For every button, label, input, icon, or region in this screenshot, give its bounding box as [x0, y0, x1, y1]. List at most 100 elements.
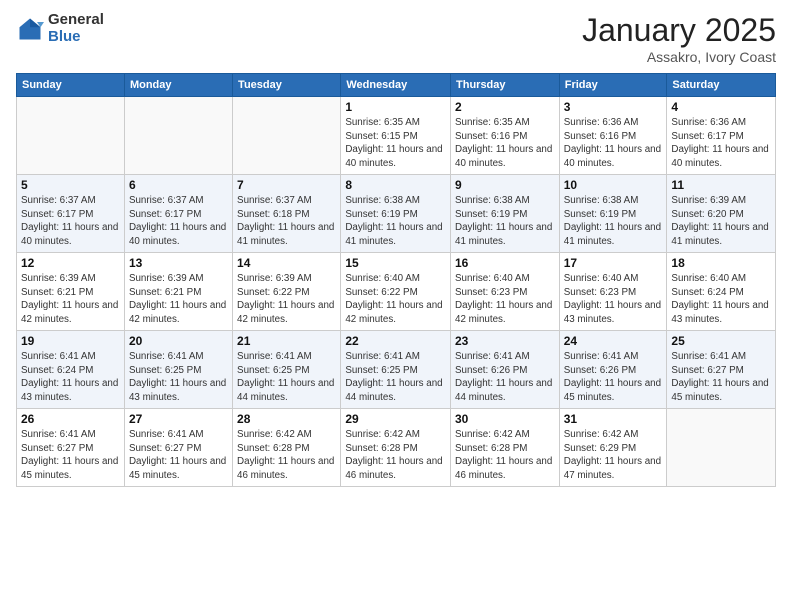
logo-text: General Blue — [48, 12, 104, 45]
calendar-week-row: 12 Sunrise: 6:39 AM Sunset: 6:21 PM Dayli… — [17, 253, 776, 331]
day-number: 17 — [564, 256, 663, 270]
calendar-cell: 22 Sunrise: 6:41 AM Sunset: 6:25 PM Dayli… — [341, 331, 451, 409]
calendar-cell: 31 Sunrise: 6:42 AM Sunset: 6:29 PM Dayli… — [559, 409, 667, 487]
calendar-cell: 2 Sunrise: 6:35 AM Sunset: 6:16 PM Daylig… — [451, 97, 560, 175]
calendar-cell: 15 Sunrise: 6:40 AM Sunset: 6:22 PM Dayli… — [341, 253, 451, 331]
day-info: Sunrise: 6:40 AM Sunset: 6:23 PM Dayligh… — [455, 272, 555, 327]
calendar-header-row: Sunday Monday Tuesday Wednesday Thursday… — [17, 74, 776, 97]
calendar-cell: 16 Sunrise: 6:40 AM Sunset: 6:23 PM Dayli… — [451, 253, 560, 331]
day-info: Sunrise: 6:42 AM Sunset: 6:28 PM Dayligh… — [237, 428, 336, 483]
calendar-cell: 24 Sunrise: 6:41 AM Sunset: 6:26 PM Dayli… — [559, 331, 667, 409]
day-info: Sunrise: 6:35 AM Sunset: 6:16 PM Dayligh… — [455, 116, 555, 171]
day-info: Sunrise: 6:37 AM Sunset: 6:18 PM Dayligh… — [237, 194, 336, 249]
day-info: Sunrise: 6:37 AM Sunset: 6:17 PM Dayligh… — [21, 194, 120, 249]
day-info: Sunrise: 6:39 AM Sunset: 6:22 PM Dayligh… — [237, 272, 336, 327]
calendar-cell: 5 Sunrise: 6:37 AM Sunset: 6:17 PM Daylig… — [17, 175, 125, 253]
day-number: 29 — [345, 412, 446, 426]
day-number: 4 — [671, 100, 771, 114]
day-info: Sunrise: 6:41 AM Sunset: 6:27 PM Dayligh… — [21, 428, 120, 483]
header: General Blue January 2025 Assakro, Ivory… — [16, 12, 776, 65]
logo: General Blue — [16, 12, 104, 45]
calendar-cell: 23Sunrise: 6:41 AM Sunset: 6:26 PM Dayli… — [451, 331, 560, 409]
calendar-week-row: 19 Sunrise: 6:41 AM Sunset: 6:24 PM Dayli… — [17, 331, 776, 409]
calendar-cell: 29Sunrise: 6:42 AM Sunset: 6:28 PM Dayli… — [341, 409, 451, 487]
day-number: 26 — [21, 412, 120, 426]
calendar-cell: 20Sunrise: 6:41 AM Sunset: 6:25 PM Dayli… — [124, 331, 232, 409]
col-thursday: Thursday — [451, 74, 560, 97]
day-info: Sunrise: 6:38 AM Sunset: 6:19 PM Dayligh… — [455, 194, 555, 249]
day-number: 25 — [671, 334, 771, 348]
calendar-cell: 13Sunrise: 6:39 AM Sunset: 6:21 PM Dayli… — [124, 253, 232, 331]
title-block: January 2025 Assakro, Ivory Coast — [582, 12, 776, 65]
calendar-cell — [233, 97, 341, 175]
calendar-cell: 3 Sunrise: 6:36 AM Sunset: 6:16 PM Daylig… — [559, 97, 667, 175]
calendar-cell: 11Sunrise: 6:39 AM Sunset: 6:20 PM Dayli… — [667, 175, 776, 253]
page: General Blue January 2025 Assakro, Ivory… — [0, 0, 792, 612]
calendar-cell: 17 Sunrise: 6:40 AM Sunset: 6:23 PM Dayli… — [559, 253, 667, 331]
day-number: 1 — [345, 100, 446, 114]
calendar-cell: 30 Sunrise: 6:42 AM Sunset: 6:28 PM Dayli… — [451, 409, 560, 487]
calendar-cell: 10 Sunrise: 6:38 AM Sunset: 6:19 PM Dayli… — [559, 175, 667, 253]
logo-general-text: General — [48, 12, 104, 29]
day-number: 19 — [21, 334, 120, 348]
calendar-table: Sunday Monday Tuesday Wednesday Thursday… — [16, 73, 776, 487]
day-info: Sunrise: 6:39 AM Sunset: 6:21 PM Dayligh… — [129, 272, 228, 327]
day-number: 16 — [455, 256, 555, 270]
day-info: Sunrise: 6:41 AM Sunset: 6:26 PM Dayligh… — [455, 350, 555, 405]
day-number: 24 — [564, 334, 663, 348]
day-number: 5 — [21, 178, 120, 192]
day-number: 21 — [237, 334, 336, 348]
day-info: Sunrise: 6:40 AM Sunset: 6:24 PM Dayligh… — [671, 272, 771, 327]
day-info: Sunrise: 6:41 AM Sunset: 6:27 PM Dayligh… — [671, 350, 771, 405]
day-number: 7 — [237, 178, 336, 192]
calendar-cell — [667, 409, 776, 487]
location: Assakro, Ivory Coast — [582, 49, 776, 65]
day-info: Sunrise: 6:36 AM Sunset: 6:17 PM Dayligh… — [671, 116, 771, 171]
day-info: Sunrise: 6:41 AM Sunset: 6:26 PM Dayligh… — [564, 350, 663, 405]
day-info: Sunrise: 6:38 AM Sunset: 6:19 PM Dayligh… — [564, 194, 663, 249]
calendar-cell — [17, 97, 125, 175]
day-info: Sunrise: 6:42 AM Sunset: 6:28 PM Dayligh… — [455, 428, 555, 483]
day-number: 31 — [564, 412, 663, 426]
month-title: January 2025 — [582, 12, 776, 49]
day-number: 27 — [129, 412, 228, 426]
calendar-cell: 18 Sunrise: 6:40 AM Sunset: 6:24 PM Dayli… — [667, 253, 776, 331]
calendar-week-row: 5 Sunrise: 6:37 AM Sunset: 6:17 PM Daylig… — [17, 175, 776, 253]
day-info: Sunrise: 6:41 AM Sunset: 6:24 PM Dayligh… — [21, 350, 120, 405]
day-number: 10 — [564, 178, 663, 192]
day-info: Sunrise: 6:41 AM Sunset: 6:25 PM Dayligh… — [237, 350, 336, 405]
day-number: 2 — [455, 100, 555, 114]
day-info: Sunrise: 6:40 AM Sunset: 6:23 PM Dayligh… — [564, 272, 663, 327]
day-number: 22 — [345, 334, 446, 348]
day-number: 18 — [671, 256, 771, 270]
col-tuesday: Tuesday — [233, 74, 341, 97]
day-info: Sunrise: 6:41 AM Sunset: 6:25 PM Dayligh… — [129, 350, 228, 405]
col-monday: Monday — [124, 74, 232, 97]
calendar-cell: 12 Sunrise: 6:39 AM Sunset: 6:21 PM Dayli… — [17, 253, 125, 331]
logo-icon — [16, 15, 44, 43]
day-info: Sunrise: 6:41 AM Sunset: 6:25 PM Dayligh… — [345, 350, 446, 405]
calendar-cell: 26 Sunrise: 6:41 AM Sunset: 6:27 PM Dayli… — [17, 409, 125, 487]
day-number: 28 — [237, 412, 336, 426]
day-info: Sunrise: 6:42 AM Sunset: 6:29 PM Dayligh… — [564, 428, 663, 483]
day-info: Sunrise: 6:36 AM Sunset: 6:16 PM Dayligh… — [564, 116, 663, 171]
day-number: 9 — [455, 178, 555, 192]
day-number: 12 — [21, 256, 120, 270]
day-number: 15 — [345, 256, 446, 270]
col-sunday: Sunday — [17, 74, 125, 97]
col-friday: Friday — [559, 74, 667, 97]
day-info: Sunrise: 6:39 AM Sunset: 6:21 PM Dayligh… — [21, 272, 120, 327]
day-number: 6 — [129, 178, 228, 192]
col-saturday: Saturday — [667, 74, 776, 97]
day-number: 3 — [564, 100, 663, 114]
calendar-cell: 21 Sunrise: 6:41 AM Sunset: 6:25 PM Dayli… — [233, 331, 341, 409]
day-info: Sunrise: 6:40 AM Sunset: 6:22 PM Dayligh… — [345, 272, 446, 327]
calendar-cell: 19 Sunrise: 6:41 AM Sunset: 6:24 PM Dayli… — [17, 331, 125, 409]
day-number: 14 — [237, 256, 336, 270]
calendar-cell: 25 Sunrise: 6:41 AM Sunset: 6:27 PM Dayli… — [667, 331, 776, 409]
day-number: 30 — [455, 412, 555, 426]
calendar-cell: 14 Sunrise: 6:39 AM Sunset: 6:22 PM Dayli… — [233, 253, 341, 331]
calendar-cell: 27Sunrise: 6:41 AM Sunset: 6:27 PM Dayli… — [124, 409, 232, 487]
calendar-cell: 6Sunrise: 6:37 AM Sunset: 6:17 PM Daylig… — [124, 175, 232, 253]
calendar-week-row: 1Sunrise: 6:35 AM Sunset: 6:15 PM Daylig… — [17, 97, 776, 175]
